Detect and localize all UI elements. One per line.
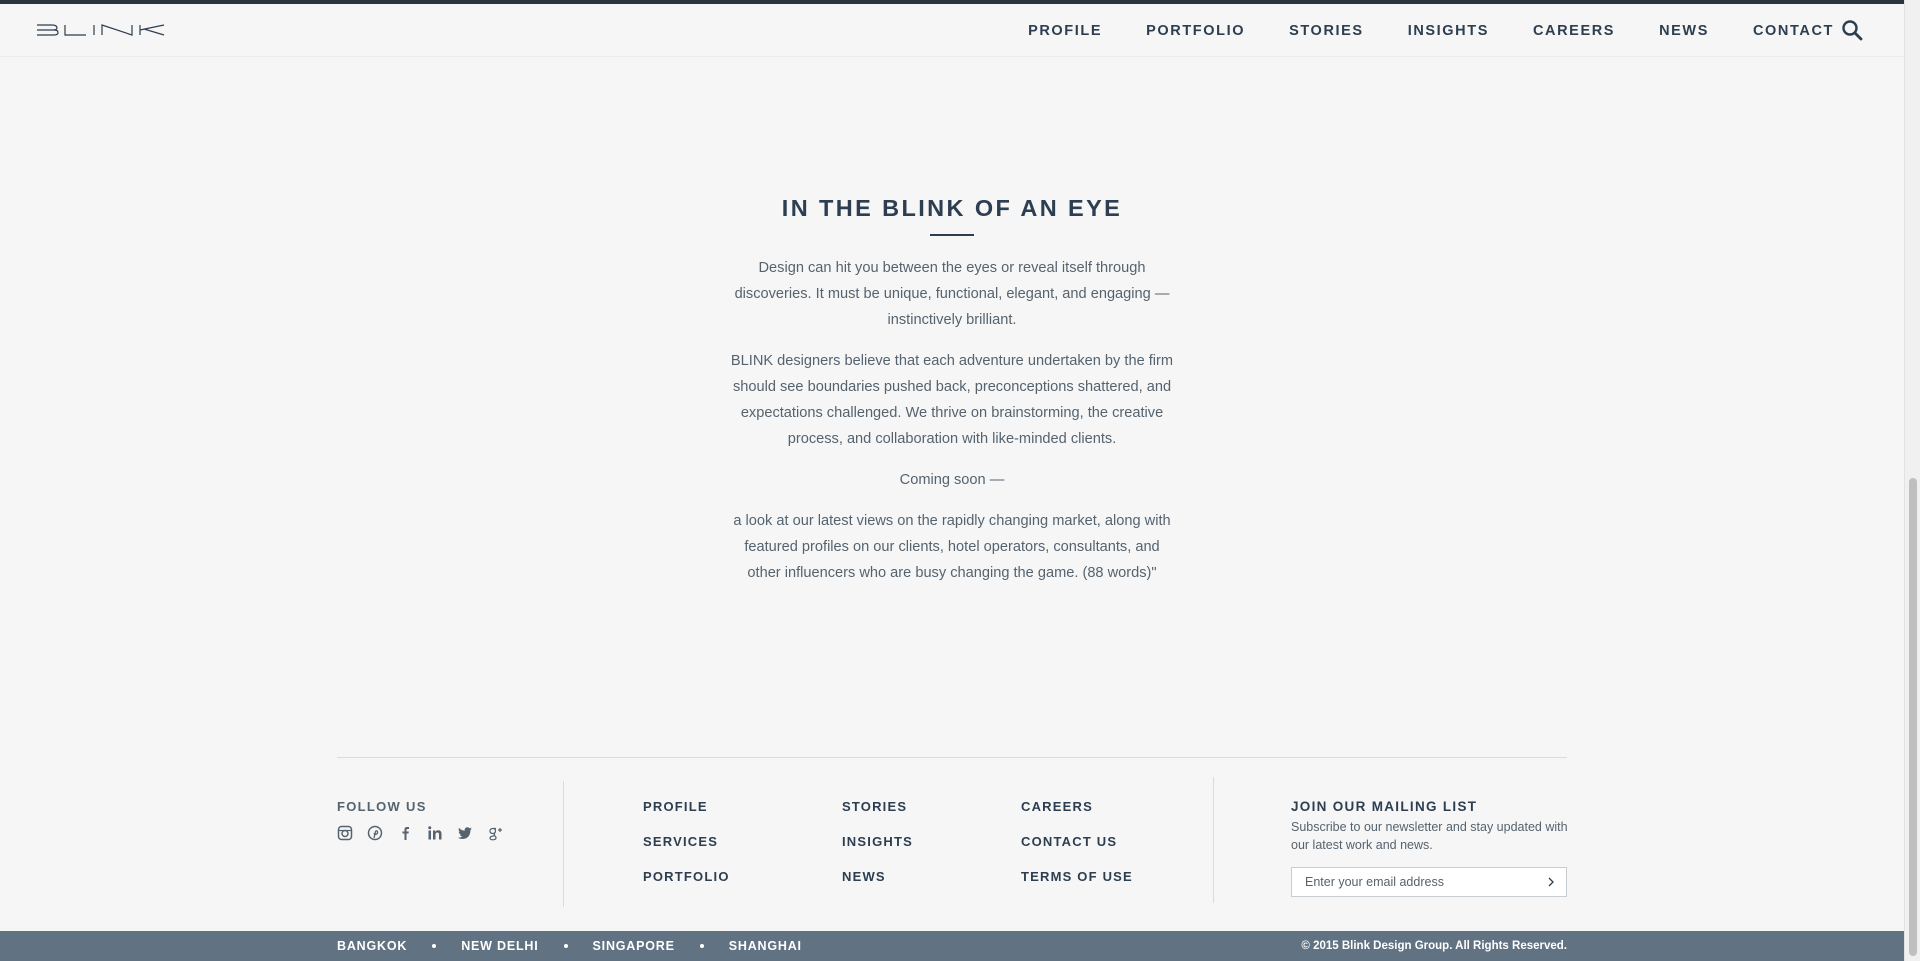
nav-portfolio[interactable]: PORTFOLIO <box>1146 23 1245 39</box>
city-separator-dot <box>563 944 568 948</box>
city-separator-dot <box>699 944 704 948</box>
city-shanghai: SHANGHAI <box>728 939 802 953</box>
nav-contact[interactable]: CONTACT <box>1753 23 1834 39</box>
paragraph-latest-views: a look at our latest views on the rapidl… <box>733 513 1171 581</box>
pinterest-icon[interactable] <box>367 825 383 841</box>
footer-links-col1: PROFILE SERVICES PORTFOLIO <box>643 799 730 904</box>
chevron-right-icon[interactable] <box>1542 873 1560 891</box>
site-footer: FOLLOW US PROFILE SERVICES PORTFOLIO STO… <box>0 757 1904 931</box>
footer-link-contact-us[interactable]: CONTACT US <box>1021 834 1133 869</box>
nav-stories[interactable]: STORIES <box>1289 23 1364 39</box>
social-links <box>337 825 517 841</box>
footer-link-terms[interactable]: TERMS OF USE <box>1021 869 1133 904</box>
footer-link-services[interactable]: SERVICES <box>643 834 730 869</box>
email-input[interactable] <box>1292 868 1532 896</box>
blink-logo[interactable] <box>36 22 166 38</box>
page-title: IN THE BLINK OF AN EYE <box>781 195 1123 221</box>
mailing-list-title: JOIN OUR MAILING LIST <box>1291 799 1478 814</box>
city-new-delhi: NEW DELHI <box>461 939 539 953</box>
city-singapore: SINGAPORE <box>592 939 675 953</box>
nav-profile[interactable]: PROFILE <box>1028 23 1102 39</box>
footer-divider-left <box>563 781 564 907</box>
paragraph-designers: BLINK designers believe that each advent… <box>730 353 1174 447</box>
footer-link-news[interactable]: NEWS <box>842 869 913 904</box>
footer-link-profile[interactable]: PROFILE <box>643 799 730 834</box>
scrollbar-thumb[interactable] <box>1909 478 1917 956</box>
city-separator-dot <box>432 944 437 948</box>
title-underline <box>930 234 974 236</box>
office-cities: BANGKOK NEW DELHI SINGAPORE SHANGHAI <box>337 931 802 961</box>
footer-divider <box>337 757 1567 758</box>
follow-us-label: FOLLOW US <box>337 799 427 814</box>
footer-link-careers[interactable]: CAREERS <box>1021 799 1133 834</box>
paragraph-coming-soon: Coming soon — <box>899 472 1005 488</box>
main-nav: PROFILE PORTFOLIO STORIES INSIGHTS CAREE… <box>984 4 1834 57</box>
facebook-icon[interactable] <box>397 825 413 841</box>
nav-news[interactable]: NEWS <box>1659 23 1709 39</box>
page-scrollbar[interactable] <box>1904 0 1920 961</box>
footer-links-col2: STORIES INSIGHTS NEWS <box>842 799 913 904</box>
footer-divider-right <box>1213 777 1214 903</box>
intro-text: Design can hit you between the eyes or r… <box>727 255 1177 601</box>
blink-logo-mark <box>37 24 165 36</box>
bottom-bar: BANGKOK NEW DELHI SINGAPORE SHANGHAI © 2… <box>0 931 1904 961</box>
twitter-icon[interactable] <box>457 825 473 841</box>
copyright-text: © 2015 Blink Design Group. All Rights Re… <box>1301 940 1567 952</box>
footer-link-insights[interactable]: INSIGHTS <box>842 834 913 869</box>
footer-link-stories[interactable]: STORIES <box>842 799 913 834</box>
instagram-icon[interactable] <box>337 825 353 841</box>
city-bangkok: BANGKOK <box>337 939 408 953</box>
google-plus-icon[interactable] <box>487 825 503 841</box>
paragraph-intro: Design can hit you between the eyes or r… <box>734 260 1170 328</box>
site-header: PROFILE PORTFOLIO STORIES INSIGHTS CAREE… <box>0 4 1904 57</box>
nav-careers[interactable]: CAREERS <box>1533 23 1615 39</box>
footer-links-col3: CAREERS CONTACT US TERMS OF USE <box>1021 799 1133 904</box>
mailing-list-form <box>1291 867 1567 897</box>
mailing-list-description: Subscribe to our newsletter and stay upd… <box>1291 820 1568 852</box>
main-content: IN THE BLINK OF AN EYE Design can hit yo… <box>0 57 1904 757</box>
linkedin-icon[interactable] <box>427 825 443 841</box>
footer-link-portfolio[interactable]: PORTFOLIO <box>643 869 730 904</box>
search-icon[interactable] <box>1840 18 1864 42</box>
nav-insights[interactable]: INSIGHTS <box>1408 23 1489 39</box>
